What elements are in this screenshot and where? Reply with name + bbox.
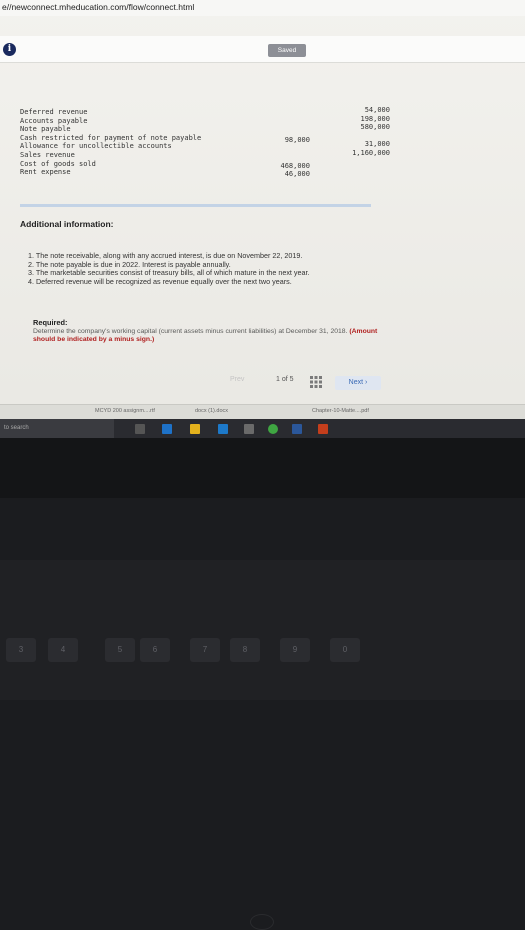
required-heading: Required: [33,318,68,327]
download-item[interactable]: docx (1).docx [195,408,228,414]
keyboard: 3 4 5 6 7 8 9 0 [0,560,525,700]
assignment-header: i Saved [0,36,525,63]
account-name: Allowance for uncollectible accounts [20,142,172,151]
taskbar-search-input[interactable]: to search [0,419,114,438]
required-note-continued: should be indicated by a minus sign.) [33,336,155,343]
credit-amount: 31,000 [364,140,390,149]
key: 3 [6,638,36,662]
download-item[interactable]: MCYD 200 assignm....rtf [95,408,155,414]
store-icon[interactable] [218,424,228,434]
table-row: Deferred revenue 54,000 [20,106,390,117]
table-row: Note payable 580,000 [20,123,390,134]
account-name: Sales revenue [20,150,75,159]
hp-logo [250,914,274,930]
download-item[interactable]: Chapter-10-Matte....pdf [312,408,369,414]
chevron-right-icon: › [365,379,368,386]
url-text: e//newconnect.mheducation.com/flow/conne… [2,2,195,12]
next-label: Next [348,379,364,386]
key: 7 [190,638,220,662]
saved-badge: Saved [268,44,306,57]
required-instructions: Determine the company's working capital … [33,328,348,335]
account-name: Cost of goods sold [20,159,96,168]
table-row: Cash restricted for payment of note paya… [20,133,370,144]
key: 4 [48,638,78,662]
file-explorer-icon[interactable] [190,424,200,434]
key: 5 [105,638,135,662]
info-icon[interactable]: i [3,43,16,56]
word-icon[interactable] [292,424,302,434]
credit-amount: 54,000 [364,106,390,114]
list-item: 4. Deferred revenue will be recognized a… [28,276,292,286]
account-name: Deferred revenue [20,108,88,116]
key: 9 [280,638,310,662]
table-row: Rent expense 46,000 [20,168,370,179]
edge-browser-icon[interactable] [162,424,172,434]
account-name: Note payable [20,125,71,134]
credit-amount: 580,000 [360,123,390,132]
table-divider [20,204,371,207]
table-row: Accounts payable 198,000 [20,115,390,126]
address-bar[interactable]: e//newconnect.mheducation.com/flow/conne… [0,0,525,16]
task-view-icon[interactable] [135,424,145,434]
next-button[interactable]: Next › [335,376,381,390]
credit-amount: 1,160,000 [352,148,390,157]
additional-info-list: 1. The note receivable, along with any a… [28,251,448,286]
prev-button[interactable]: Prev [230,376,270,390]
account-name: Rent expense [20,168,71,177]
debit-amount: 46,000 [284,170,310,179]
table-row: Cost of goods sold 468,000 [20,159,370,170]
laptop-bezel [0,438,525,930]
page-indicator: 1 of 5 [276,376,294,383]
trial-balance-table: Deferred revenue 54,000 Accounts payable… [20,106,390,179]
account-name: Accounts payable [20,116,88,125]
browser-screen: e//newconnect.mheducation.com/flow/conne… [0,0,525,438]
pdf-reader-icon[interactable] [318,424,328,434]
additional-info-heading: Additional information: [20,219,114,229]
credit-amount: 198,000 [360,114,390,123]
key: 8 [230,638,260,662]
table-row: Allowance for uncollectible accounts 31,… [20,140,390,151]
key: 0 [330,638,360,662]
grid-icon[interactable] [310,376,322,388]
key: 6 [140,638,170,662]
required-note: (Amount [349,328,378,335]
account-name: Cash restricted for payment of note paya… [20,133,202,142]
app-icon[interactable] [244,424,254,434]
downloads-bar: MCYD 200 assignm....rtf docx (1).docx Ch… [0,404,525,420]
chrome-icon[interactable] [268,424,278,434]
required-text: Determine the company's working capital … [33,328,523,344]
windows-taskbar: to search [0,419,525,438]
table-row: Sales revenue 1,160,000 [20,149,390,160]
